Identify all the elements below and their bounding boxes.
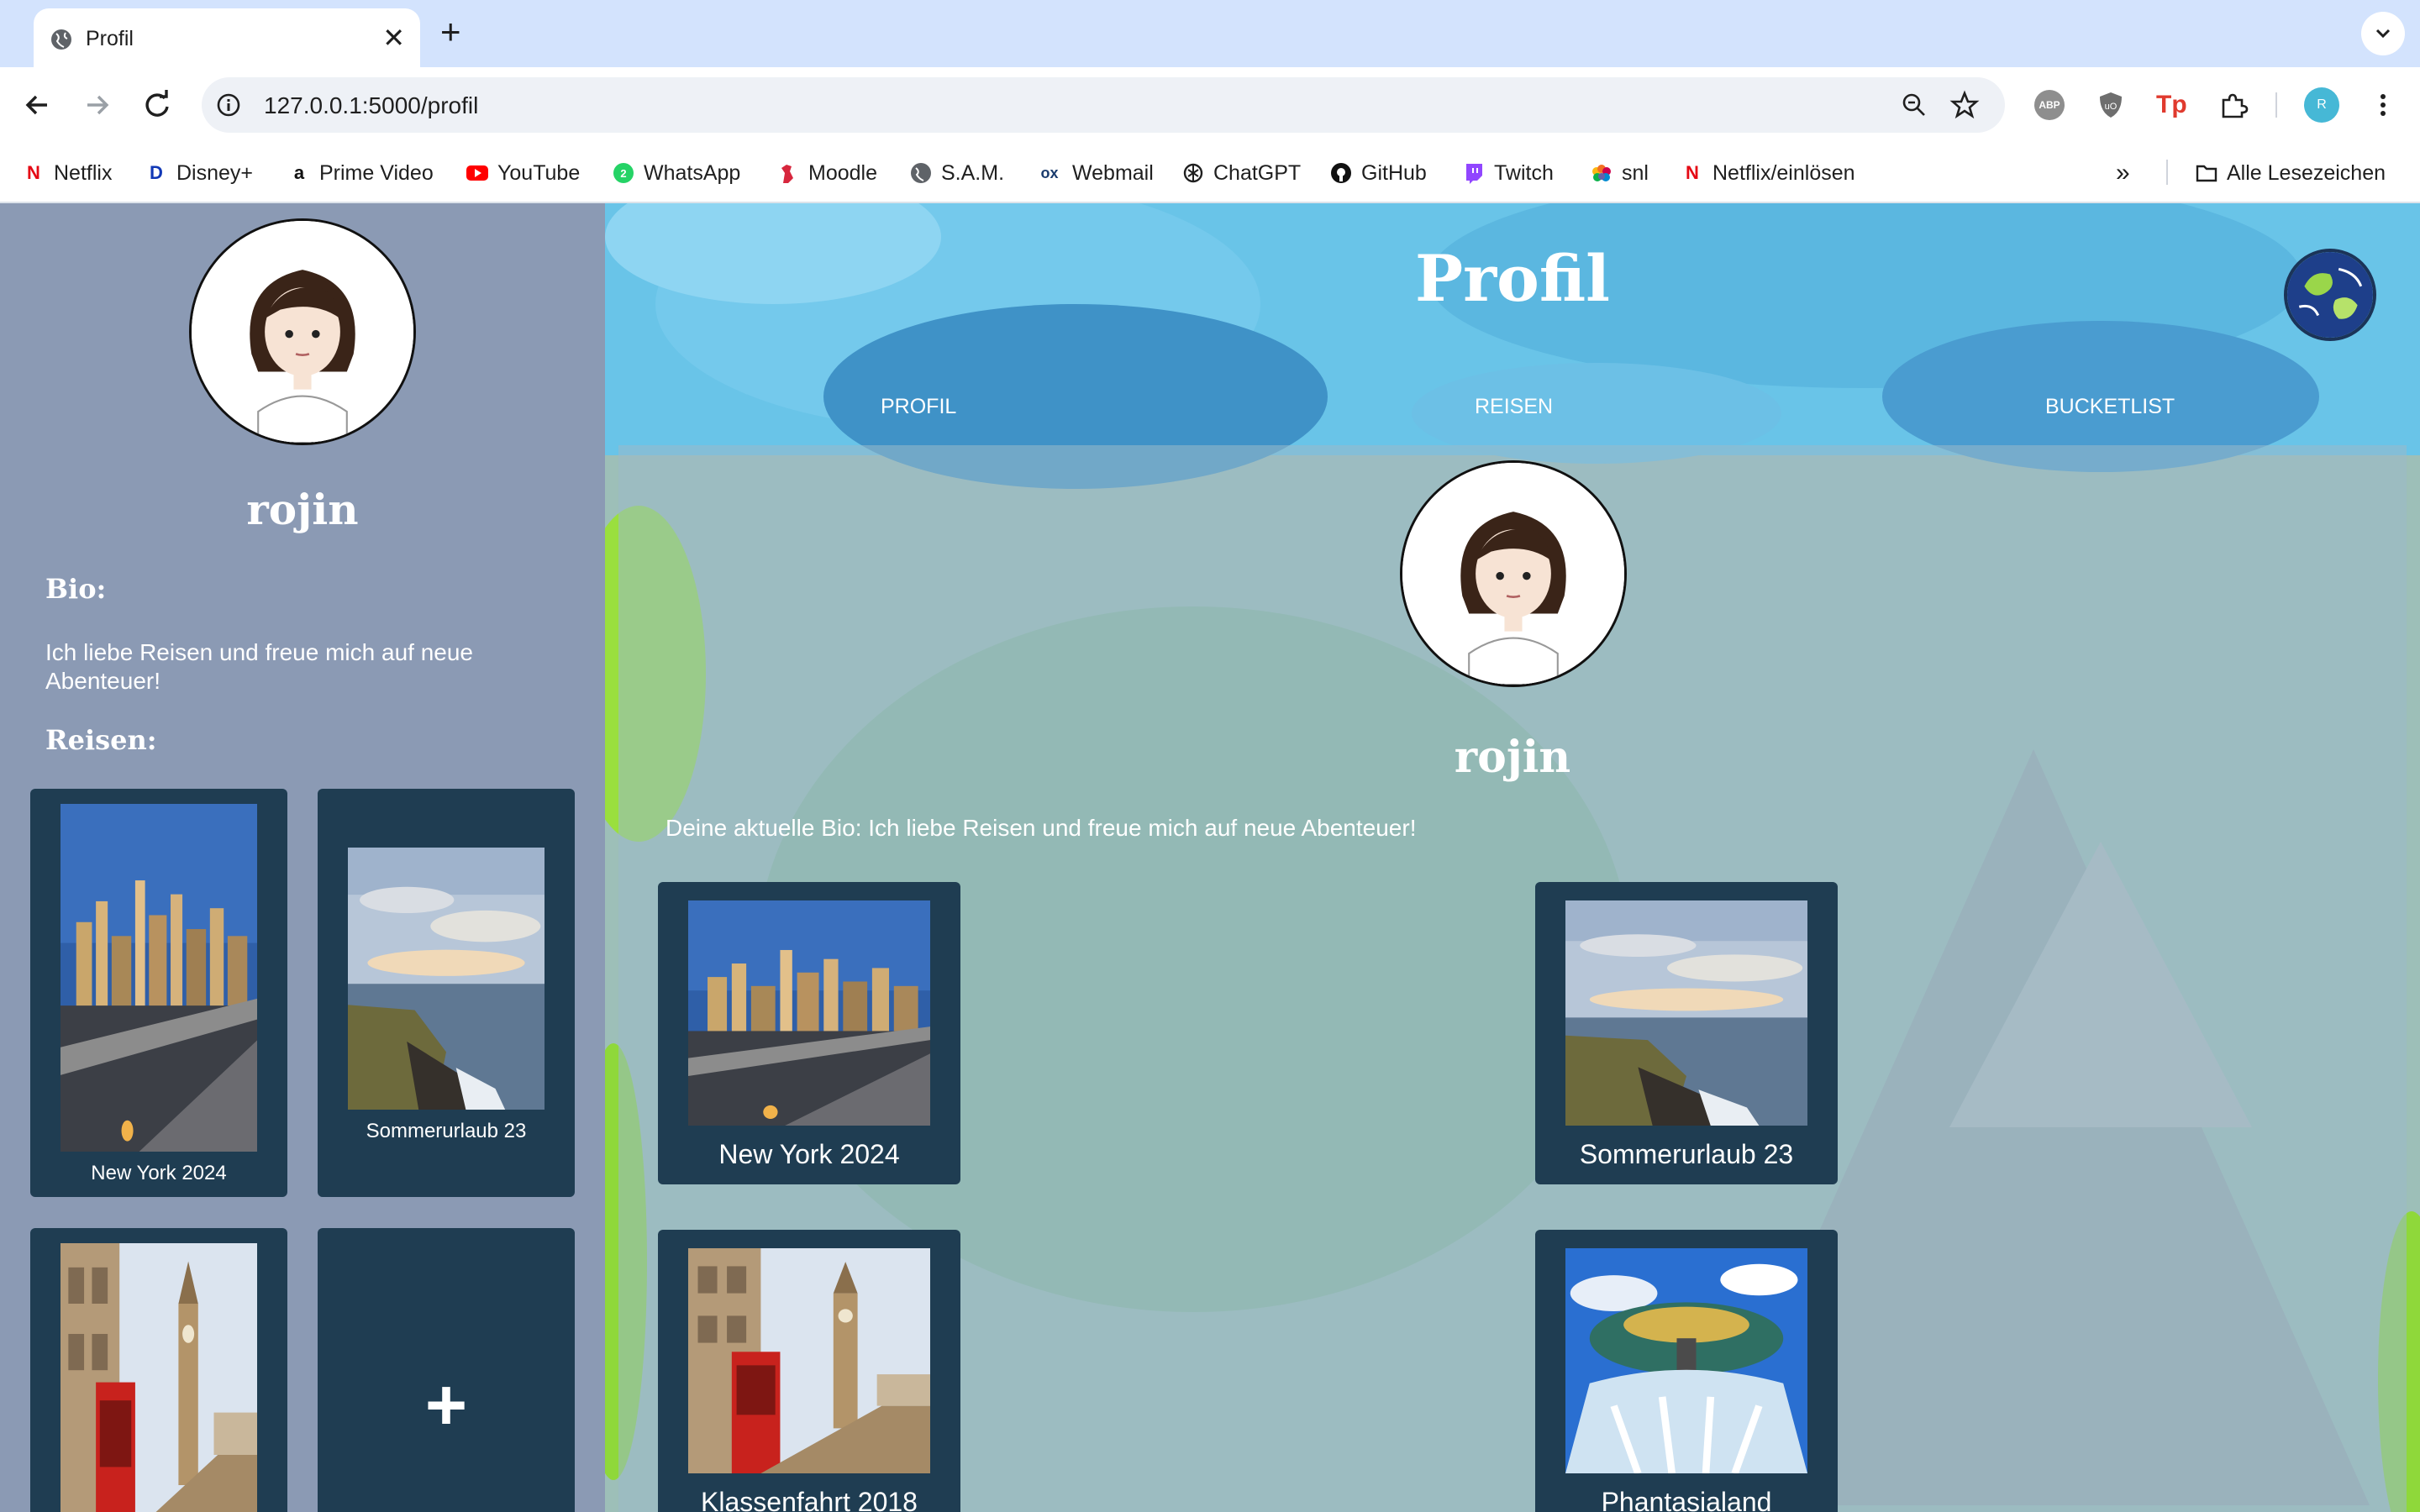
globe-icon bbox=[51, 29, 71, 50]
nav-reisen-link[interactable]: REISEN bbox=[1475, 395, 1553, 419]
address-bar[interactable]: 127.0.0.1:5000/profil bbox=[202, 77, 2005, 133]
profile-bio: Deine aktuelle Bio: Ich liebe Reisen und… bbox=[666, 815, 1417, 841]
tab-strip: Profil ✕ + bbox=[0, 0, 2420, 67]
sidebar-username: rojin bbox=[246, 485, 359, 534]
bookmark-webmail[interactable]: ox Webmail bbox=[1035, 160, 1153, 186]
trip-card[interactable]: New York 2024 bbox=[658, 882, 960, 1184]
youtube-icon bbox=[466, 165, 488, 181]
bio-heading: Bio: bbox=[45, 573, 107, 605]
bookmarks-separator bbox=[2166, 160, 2168, 185]
all-bookmarks-button[interactable]: Alle Lesezeichen bbox=[2195, 160, 2386, 186]
trip-photo bbox=[1565, 900, 1807, 1126]
page-title: Profil bbox=[1414, 241, 1610, 316]
avatar-image bbox=[192, 221, 413, 443]
main-area: Profil PROFIL REISEN BUCKETLIST rojin De… bbox=[605, 203, 2420, 1512]
trip-photo bbox=[60, 804, 257, 1152]
bookmark-youtube[interactable]: YouTube bbox=[466, 160, 580, 186]
moodle-bear-icon bbox=[781, 165, 793, 183]
whatsapp-icon: 2 bbox=[613, 163, 634, 183]
forward-arrow-icon[interactable] bbox=[77, 86, 116, 124]
trip-card[interactable]: Klassenfahrt 2018 bbox=[658, 1230, 960, 1512]
nav-profil-link[interactable]: PROFIL bbox=[881, 395, 956, 419]
sidebar-trip-card[interactable]: Sommerurlaub 23 bbox=[318, 789, 575, 1197]
sidebar: rojin Bio: Ich liebe Reisen und freue mi… bbox=[0, 203, 605, 1512]
trip-caption: New York 2024 bbox=[718, 1139, 900, 1169]
bookmark-chatgpt[interactable]: ChatGPT bbox=[1181, 160, 1301, 186]
amazon-icon: a bbox=[293, 162, 305, 183]
bio-text: Ich liebe Reisen und freue mich auf neue… bbox=[45, 639, 473, 694]
page-content: rojin Bio: Ich liebe Reisen und freue mi… bbox=[0, 203, 2420, 1512]
trip-photo bbox=[348, 848, 544, 1110]
trip-caption: Sommerurlaub 23 bbox=[366, 1120, 527, 1142]
sidebar-avatar bbox=[189, 218, 416, 445]
twitch-icon bbox=[1466, 164, 1482, 184]
extensions-puzzle-icon[interactable] bbox=[2218, 90, 2249, 120]
sidebar-trip-card[interactable]: New York 2024 bbox=[30, 789, 287, 1197]
tp-extension-icon[interactable]: Tp bbox=[2156, 90, 2187, 120]
bookmark-netflix-einloesen[interactable]: N Netflix/einlösen bbox=[1681, 160, 1854, 186]
ublock-shield-icon[interactable]: uO bbox=[2096, 90, 2126, 120]
trip-photo bbox=[688, 900, 930, 1126]
earth-icon bbox=[2287, 252, 2373, 338]
chatgpt-icon bbox=[1183, 163, 1203, 183]
disney-icon: D bbox=[150, 162, 163, 183]
bookmark-star-icon[interactable] bbox=[1949, 90, 1980, 120]
bookmarks-overflow-button[interactable]: » bbox=[2116, 159, 2130, 186]
globe-icon bbox=[911, 163, 931, 183]
bookmark-netflix[interactable]: N Netflix bbox=[22, 160, 112, 186]
profile-username: rojin bbox=[1454, 732, 1571, 783]
tab-search-button[interactable] bbox=[2361, 12, 2405, 55]
bookmark-whatsapp[interactable]: 2 WhatsApp bbox=[612, 160, 740, 186]
sidebar-trip-card[interactable] bbox=[30, 1228, 287, 1512]
bookmark-twitch[interactable]: Twitch bbox=[1462, 160, 1554, 186]
netflix-icon: N bbox=[1686, 162, 1699, 183]
chevron-down-icon bbox=[2375, 29, 2391, 39]
browser-tab[interactable]: Profil ✕ bbox=[34, 8, 420, 67]
trip-caption: Phantasialand bbox=[1601, 1487, 1772, 1512]
trip-caption: Sommerurlaub 23 bbox=[1579, 1139, 1794, 1169]
bookmark-disney[interactable]: D Disney+ bbox=[145, 160, 253, 186]
netflix-icon: N bbox=[27, 162, 40, 183]
nav-bucketlist-link[interactable]: BUCKETLIST bbox=[2045, 395, 2175, 419]
url-text[interactable]: 127.0.0.1:5000/profil bbox=[264, 92, 478, 119]
avatar-image bbox=[1402, 463, 1624, 685]
profile-avatar[interactable]: R bbox=[2304, 87, 2339, 123]
svg-text:2: 2 bbox=[620, 167, 626, 180]
more-menu-icon[interactable] bbox=[2368, 90, 2398, 120]
adblock-extension-icon[interactable]: ABP bbox=[2034, 90, 2065, 120]
bookmark-prime-video[interactable]: a Prime Video bbox=[287, 160, 434, 186]
browser-toolbar: 127.0.0.1:5000/profil ABP uO Tp R bbox=[0, 67, 2420, 143]
tab-title: Profil bbox=[86, 27, 134, 50]
globe-logo-button[interactable] bbox=[2284, 249, 2376, 341]
new-tab-icon[interactable]: + bbox=[440, 13, 461, 50]
svg-text:uO: uO bbox=[2105, 102, 2118, 112]
nbc-peacock-icon bbox=[1592, 165, 1611, 181]
bookmark-sam[interactable]: S.A.M. bbox=[909, 160, 1004, 186]
toolbar-separator bbox=[2275, 92, 2277, 118]
trip-photo bbox=[688, 1248, 930, 1473]
trip-photo bbox=[1565, 1248, 1807, 1473]
bookmarks-bar: N Netflix D Disney+ a Prime Video YouTub… bbox=[0, 143, 2420, 203]
plus-icon: + bbox=[424, 1365, 468, 1446]
profile-avatar-large[interactable] bbox=[1400, 460, 1627, 687]
bookmark-github[interactable]: GitHub bbox=[1329, 160, 1427, 186]
bookmark-moodle[interactable]: Moodle bbox=[776, 160, 877, 186]
bookmark-snl[interactable]: snl bbox=[1590, 160, 1649, 186]
trip-card[interactable]: Phantasialand bbox=[1535, 1230, 1838, 1512]
site-info-icon[interactable] bbox=[215, 92, 242, 118]
trip-photo bbox=[60, 1243, 257, 1512]
ox-icon: ox bbox=[1040, 164, 1059, 181]
trip-caption: Klassenfahrt 2018 bbox=[701, 1487, 918, 1512]
back-arrow-icon[interactable] bbox=[18, 86, 57, 124]
folder-icon bbox=[2196, 165, 2217, 182]
reload-icon[interactable] bbox=[138, 86, 176, 124]
add-trip-button[interactable]: + bbox=[318, 1228, 575, 1512]
trips-heading: Reisen: bbox=[45, 724, 157, 756]
github-icon bbox=[1331, 163, 1351, 183]
trip-caption: New York 2024 bbox=[91, 1162, 227, 1184]
trip-card[interactable]: Sommerurlaub 23 bbox=[1535, 882, 1838, 1184]
zoom-icon[interactable] bbox=[1901, 92, 1928, 118]
close-tab-icon[interactable]: ✕ bbox=[382, 24, 405, 52]
